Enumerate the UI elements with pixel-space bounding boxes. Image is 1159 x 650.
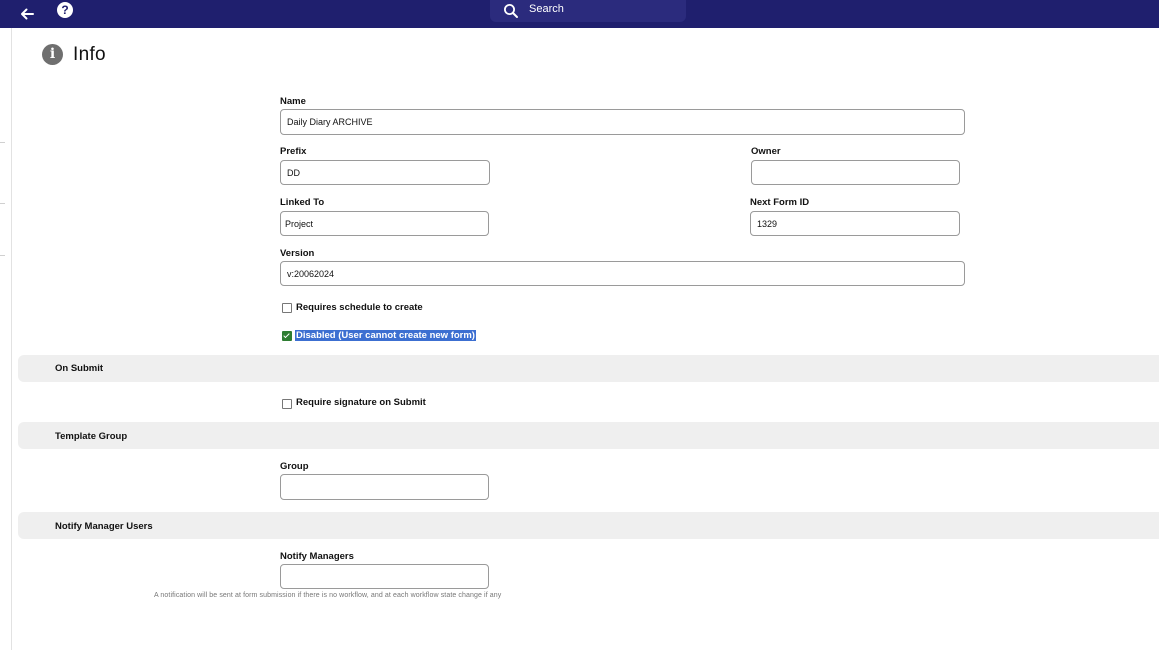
info-icon: i	[42, 44, 63, 65]
prefix-label: Prefix	[280, 146, 307, 157]
notify-managers-input[interactable]	[280, 564, 489, 589]
owner-label: Owner	[751, 146, 781, 157]
version-input[interactable]	[280, 261, 965, 286]
page-title: Info	[73, 44, 106, 65]
search-bar[interactable]: Search	[490, 0, 686, 22]
left-panel-tick	[0, 203, 5, 204]
linked-to-label: Linked To	[280, 197, 325, 208]
disabled-checkbox[interactable]	[282, 331, 292, 341]
notify-managers-label: Notify Managers	[280, 551, 354, 562]
section-template-group: Template Group	[18, 422, 1159, 449]
section-title: On Submit	[55, 363, 104, 374]
prefix-input[interactable]	[280, 160, 490, 185]
owner-input[interactable]	[751, 160, 960, 185]
next-form-id-label: Next Form ID	[750, 197, 810, 208]
section-title: Template Group	[55, 431, 128, 442]
next-form-id-input[interactable]	[750, 211, 960, 236]
require-signature-checkbox[interactable]	[282, 399, 292, 409]
section-notify-manager-users: Notify Manager Users	[18, 512, 1159, 539]
notification-hint: A notification will be sent at form subm…	[154, 592, 502, 599]
requires-schedule-label: Requires schedule to create	[296, 302, 423, 313]
section-title: Notify Manager Users	[55, 521, 153, 532]
top-app-bar: ? Search	[0, 0, 1159, 28]
left-panel-tick	[0, 255, 5, 256]
left-panel-tick	[0, 142, 5, 143]
help-icon[interactable]: ?	[57, 2, 73, 18]
name-label: Name	[280, 96, 306, 107]
requires-schedule-checkbox[interactable]	[282, 303, 292, 313]
left-panel-border	[11, 28, 12, 650]
version-label: Version	[280, 248, 315, 259]
disabled-label: Disabled (User cannot create new form)	[295, 330, 476, 341]
group-label: Group	[280, 461, 309, 472]
name-input[interactable]	[280, 109, 965, 135]
search-icon	[504, 4, 518, 18]
group-input[interactable]	[280, 474, 489, 500]
search-placeholder: Search	[529, 3, 564, 15]
linked-to-input[interactable]	[280, 211, 489, 236]
back-arrow-icon[interactable]	[16, 3, 38, 25]
section-on-submit: On Submit	[18, 355, 1159, 382]
require-signature-label: Require signature on Submit	[296, 397, 426, 408]
